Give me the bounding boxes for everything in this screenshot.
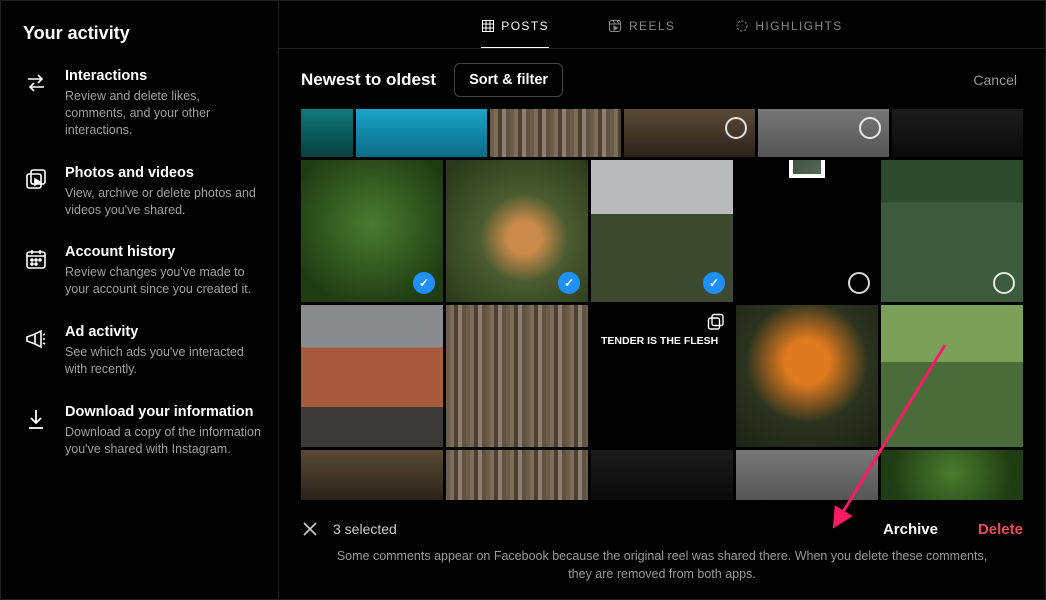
sidebar-item-desc: Download a copy of the information you'v… [65, 424, 262, 458]
post-thumb[interactable] [881, 160, 1023, 302]
post-thumb[interactable] [881, 450, 1023, 500]
post-thumb[interactable] [736, 160, 878, 302]
selected-count: 3 selected [333, 521, 397, 537]
carousel-icon [707, 313, 725, 331]
tab-label: REELS [629, 19, 675, 33]
sidebar-item-desc: View, archive or delete photos and video… [65, 185, 262, 219]
post-thumb[interactable] [446, 305, 588, 447]
media-stack-icon [23, 167, 49, 193]
arrows-swap-icon [23, 70, 49, 96]
post-thumb[interactable] [301, 305, 443, 447]
reels-icon [609, 20, 622, 33]
select-ring-icon[interactable] [725, 117, 747, 139]
archive-button[interactable]: Archive [883, 521, 938, 538]
megaphone-icon [23, 326, 49, 352]
sidebar-item-label: Ad activity [65, 324, 262, 340]
footer-note: Some comments appear on Facebook because… [301, 548, 1023, 583]
sort-order-label: Newest to oldest [301, 70, 436, 90]
post-thumb[interactable]: TENDER IS THE FLESH [591, 305, 733, 447]
tab-highlights[interactable]: HIGHLIGHTS [735, 19, 842, 48]
post-thumb[interactable] [591, 450, 733, 500]
select-ring-icon[interactable] [859, 117, 881, 139]
post-thumb[interactable] [490, 109, 621, 157]
tab-label: HIGHLIGHTS [755, 19, 842, 33]
post-thumb[interactable] [356, 109, 487, 157]
sidebar-item-account-history[interactable]: Account history Review changes you've ma… [23, 244, 262, 298]
sidebar-item-desc: Review and delete likes, comments, and y… [65, 88, 262, 139]
sidebar-item-download-info[interactable]: Download your information Download a cop… [23, 404, 262, 458]
delete-button[interactable]: Delete [978, 521, 1023, 538]
post-thumb[interactable] [301, 109, 353, 157]
toolbar: Newest to oldest Sort & filter Cancel [279, 49, 1045, 109]
post-thumb[interactable] [446, 450, 588, 500]
select-ring-icon[interactable] [848, 272, 870, 294]
post-thumb[interactable] [892, 109, 1023, 157]
sidebar-item-interactions[interactable]: Interactions Review and delete likes, co… [23, 68, 262, 139]
post-thumb[interactable] [624, 109, 755, 157]
selected-check-icon[interactable] [558, 272, 580, 294]
selected-check-icon[interactable] [703, 272, 725, 294]
selected-check-icon[interactable] [413, 272, 435, 294]
sidebar-item-desc: Review changes you've made to your accou… [65, 264, 262, 298]
sort-filter-button[interactable]: Sort & filter [454, 63, 563, 97]
sidebar-item-label: Photos and videos [65, 165, 262, 181]
grid-icon [481, 20, 494, 33]
sidebar-item-label: Interactions [65, 68, 262, 84]
sidebar-item-label: Download your information [65, 404, 262, 420]
post-thumb[interactable] [301, 160, 443, 302]
selection-footer: 3 selected Archive Delete Some comments … [279, 510, 1045, 599]
close-selection-button[interactable] [301, 520, 319, 538]
calendar-icon [23, 246, 49, 272]
sidebar-item-label: Account history [65, 244, 262, 260]
post-thumb[interactable] [881, 305, 1023, 447]
post-thumb[interactable] [446, 160, 588, 302]
post-thumb[interactable] [591, 160, 733, 302]
post-thumb[interactable] [736, 450, 878, 500]
sidebar-item-ad-activity[interactable]: Ad activity See which ads you've interac… [23, 324, 262, 378]
sidebar: Your activity Interactions Review and de… [1, 1, 279, 599]
tab-reels[interactable]: REELS [609, 19, 675, 48]
content-tabs: POSTS REELS HIGHLIGHTS [279, 1, 1045, 49]
sidebar-item-desc: See which ads you've interacted with rec… [65, 344, 262, 378]
posts-grid: TENDER IS THE FLESH [279, 109, 1045, 510]
post-thumb[interactable] [758, 109, 889, 157]
main: POSTS REELS HIGHLIGHTS Newest to oldest … [279, 1, 1045, 599]
sidebar-heading: Your activity [23, 23, 262, 44]
post-thumb[interactable] [736, 305, 878, 447]
download-icon [23, 406, 49, 432]
cover-text: TENDER IS THE FLESH [601, 335, 718, 347]
select-ring-icon[interactable] [993, 272, 1015, 294]
sidebar-item-photos-videos[interactable]: Photos and videos View, archive or delet… [23, 165, 262, 219]
tab-label: POSTS [501, 19, 549, 33]
tab-posts[interactable]: POSTS [481, 19, 549, 48]
highlights-icon [735, 20, 748, 33]
post-thumb[interactable] [301, 450, 443, 500]
cancel-button[interactable]: Cancel [973, 72, 1023, 88]
